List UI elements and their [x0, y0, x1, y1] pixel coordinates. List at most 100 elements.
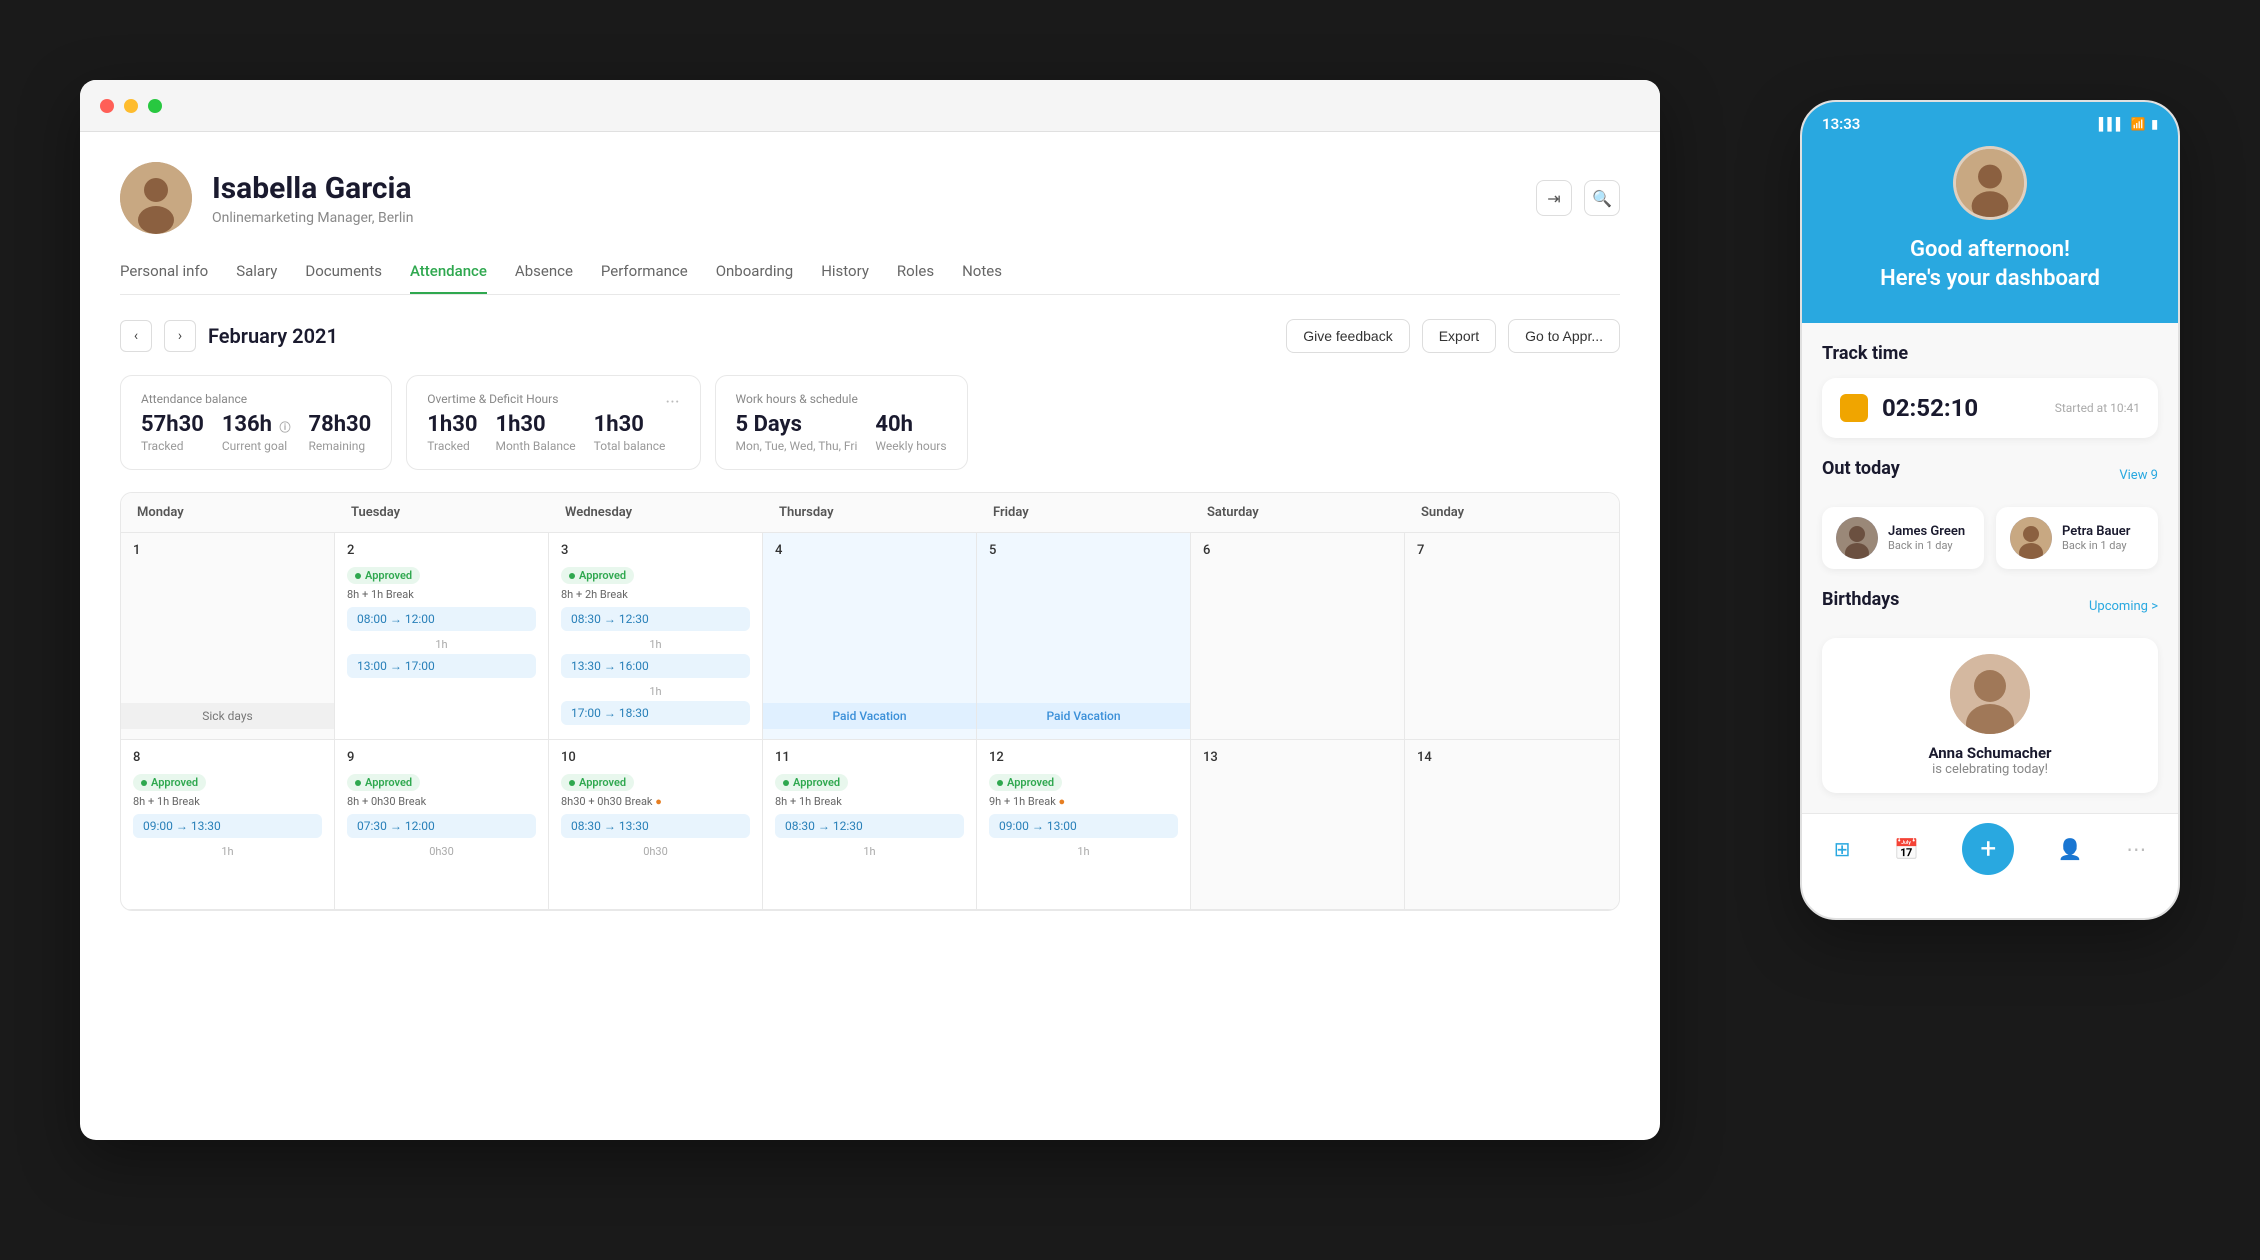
- nav-tabs: Personal info Salary Documents Attendanc…: [120, 262, 1620, 295]
- view-all-link[interactable]: View 9: [2119, 468, 2158, 483]
- current-goal-label: Current goal: [222, 439, 291, 453]
- avatar: [120, 162, 192, 234]
- minimize-button[interactable]: [124, 99, 138, 113]
- attendance-balance-card: Attendance balance 57h30 Tracked 136h ⓘ …: [120, 375, 392, 470]
- mobile-avatar: [1953, 146, 2027, 220]
- give-feedback-button[interactable]: Give feedback: [1286, 319, 1410, 353]
- day-number-5: 5: [989, 543, 1178, 558]
- tab-salary[interactable]: Salary: [236, 262, 277, 294]
- nav-people[interactable]: 👤: [2058, 837, 2083, 861]
- break-label-3: 8h + 2h Break: [561, 588, 750, 601]
- day-number-7: 7: [1417, 543, 1607, 558]
- month-balance: 1h30: [495, 412, 575, 437]
- time-gap-11: 1h: [775, 842, 964, 861]
- out-today-title: Out today: [1822, 458, 1900, 479]
- cal-day-2[interactable]: 2 Approved 8h + 1h Break 08:00 → 12:00 1…: [335, 533, 549, 740]
- cal-day-6[interactable]: 6: [1191, 533, 1405, 740]
- cal-day-12[interactable]: 12 Approved 9h + 1h Break ● 09:00 → 13:0…: [977, 740, 1191, 910]
- tab-notes[interactable]: Notes: [962, 262, 1002, 294]
- overtime-tracked-label: Tracked: [427, 439, 477, 453]
- approved-badge-3: Approved: [561, 567, 634, 584]
- mobile-window: 13:33 ▌▌▌ 📶 ▮ Good afternoon!Here's your…: [1800, 100, 2180, 920]
- cal-day-7[interactable]: 7: [1405, 533, 1619, 740]
- cal-day-10[interactable]: 10 Approved 8h30 + 0h30 Break ● 08:30 → …: [549, 740, 763, 910]
- time-block-11a: 08:30 → 12:30: [775, 814, 964, 838]
- overtime-tracked: 1h30: [427, 412, 477, 437]
- track-time-card[interactable]: 02:52:10 Started at 10:41: [1822, 378, 2158, 438]
- close-button[interactable]: [100, 99, 114, 113]
- break-label-9: 8h + 0h30 Break: [347, 795, 536, 808]
- more-options-icon[interactable]: ···: [665, 392, 679, 413]
- upcoming-link[interactable]: Upcoming >: [2089, 599, 2158, 614]
- export-button[interactable]: Export: [1422, 319, 1496, 353]
- header-wednesday: Wednesday: [549, 493, 763, 532]
- wifi-icon: 📶: [2130, 117, 2145, 131]
- mobile-hero: Good afternoon!Here's your dashboard: [1802, 146, 2178, 323]
- profile-actions: ⇥ 🔍: [1536, 180, 1620, 216]
- tab-roles[interactable]: Roles: [897, 262, 934, 294]
- share-button[interactable]: ⇥: [1536, 180, 1572, 216]
- break-label-11: 8h + 1h Break: [775, 795, 964, 808]
- go-to-approval-button[interactable]: Go to Appr...: [1508, 319, 1620, 353]
- maximize-button[interactable]: [148, 99, 162, 113]
- tab-documents[interactable]: Documents: [305, 262, 382, 294]
- tab-onboarding[interactable]: Onboarding: [716, 262, 794, 294]
- info-icon: ⓘ: [279, 419, 290, 435]
- out-today-list: James Green Back in 1 day Petra Bauer: [1822, 507, 2158, 569]
- cal-day-1[interactable]: 1 Sick days: [121, 533, 335, 740]
- nav-add-button[interactable]: +: [1962, 823, 2014, 875]
- cal-day-14[interactable]: 14: [1405, 740, 1619, 910]
- time-gap-2: 1h: [347, 635, 536, 654]
- time-block-9a: 07:30 → 12:00: [347, 814, 536, 838]
- approved-badge-2: Approved: [347, 567, 420, 584]
- tab-history[interactable]: History: [821, 262, 869, 294]
- cal-day-4[interactable]: 4 Paid Vacation: [763, 533, 977, 740]
- cal-day-9[interactable]: 9 Approved 8h + 0h30 Break 07:30 → 12:00…: [335, 740, 549, 910]
- approved-badge-9: Approved: [347, 774, 420, 791]
- cal-day-8[interactable]: 8 Approved 8h + 1h Break 09:00 → 13:30 1…: [121, 740, 335, 910]
- time-block-2a: 08:00 → 12:00: [347, 607, 536, 631]
- cal-day-3[interactable]: 3 Approved 8h + 2h Break 08:30 → 12:30 1…: [549, 533, 763, 740]
- tracked-hours: 57h30: [141, 412, 204, 437]
- calendar-header: Monday Tuesday Wednesday Thursday Friday…: [121, 493, 1619, 533]
- mobile-body: Track time 02:52:10 Started at 10:41 Out…: [1802, 323, 2178, 813]
- person-card-petra[interactable]: Petra Bauer Back in 1 day: [1996, 507, 2158, 569]
- tab-absence[interactable]: Absence: [515, 262, 573, 294]
- nav-more[interactable]: ⋯: [2126, 837, 2146, 861]
- anna-msg: is celebrating today!: [1932, 762, 2048, 777]
- tab-performance[interactable]: Performance: [601, 262, 688, 294]
- battery-icon: ▮: [2151, 117, 2158, 131]
- paid-vacation-label-4: Paid Vacation: [763, 703, 976, 729]
- cal-day-13[interactable]: 13: [1191, 740, 1405, 910]
- break-label-2: 8h + 1h Break: [347, 588, 536, 601]
- search-button[interactable]: 🔍: [1584, 180, 1620, 216]
- nav-calendar[interactable]: 📅: [1894, 837, 1919, 861]
- birthdays-header: Birthdays Upcoming >: [1822, 589, 2158, 624]
- toolbar: ‹ › February 2021 Give feedback Export G…: [120, 319, 1620, 353]
- day-number-2: 2: [347, 543, 536, 558]
- nav-home[interactable]: ⊞: [1834, 837, 1851, 861]
- day-number-8: 8: [133, 750, 322, 765]
- sick-days-label: Sick days: [121, 703, 334, 729]
- anna-avatar: [1950, 654, 2030, 734]
- header-thursday: Thursday: [763, 493, 977, 532]
- header-monday: Monday: [121, 493, 335, 532]
- signal-icon: ▌▌▌: [2099, 117, 2125, 131]
- cal-day-11[interactable]: 11 Approved 8h + 1h Break 08:30 → 12:30 …: [763, 740, 977, 910]
- month-title: February 2021: [208, 324, 1274, 348]
- person-card-james[interactable]: James Green Back in 1 day: [1822, 507, 1984, 569]
- tab-attendance[interactable]: Attendance: [410, 262, 487, 294]
- break-label-12: 9h + 1h Break ●: [989, 795, 1178, 808]
- header-friday: Friday: [977, 493, 1191, 532]
- time-gap-3b: 1h: [561, 682, 750, 701]
- prev-month-button[interactable]: ‹: [120, 320, 152, 352]
- calendar-icon: 📅: [1894, 837, 1919, 861]
- tab-personal-info[interactable]: Personal info: [120, 262, 208, 294]
- add-icon: +: [1980, 832, 1996, 865]
- cal-day-5[interactable]: 5 Paid Vacation: [977, 533, 1191, 740]
- james-name: James Green: [1888, 524, 1965, 539]
- day-number-11: 11: [775, 750, 964, 765]
- calendar-grid: Monday Tuesday Wednesday Thursday Friday…: [120, 492, 1620, 911]
- time-block-10a: 08:30 → 13:30: [561, 814, 750, 838]
- next-month-button[interactable]: ›: [164, 320, 196, 352]
